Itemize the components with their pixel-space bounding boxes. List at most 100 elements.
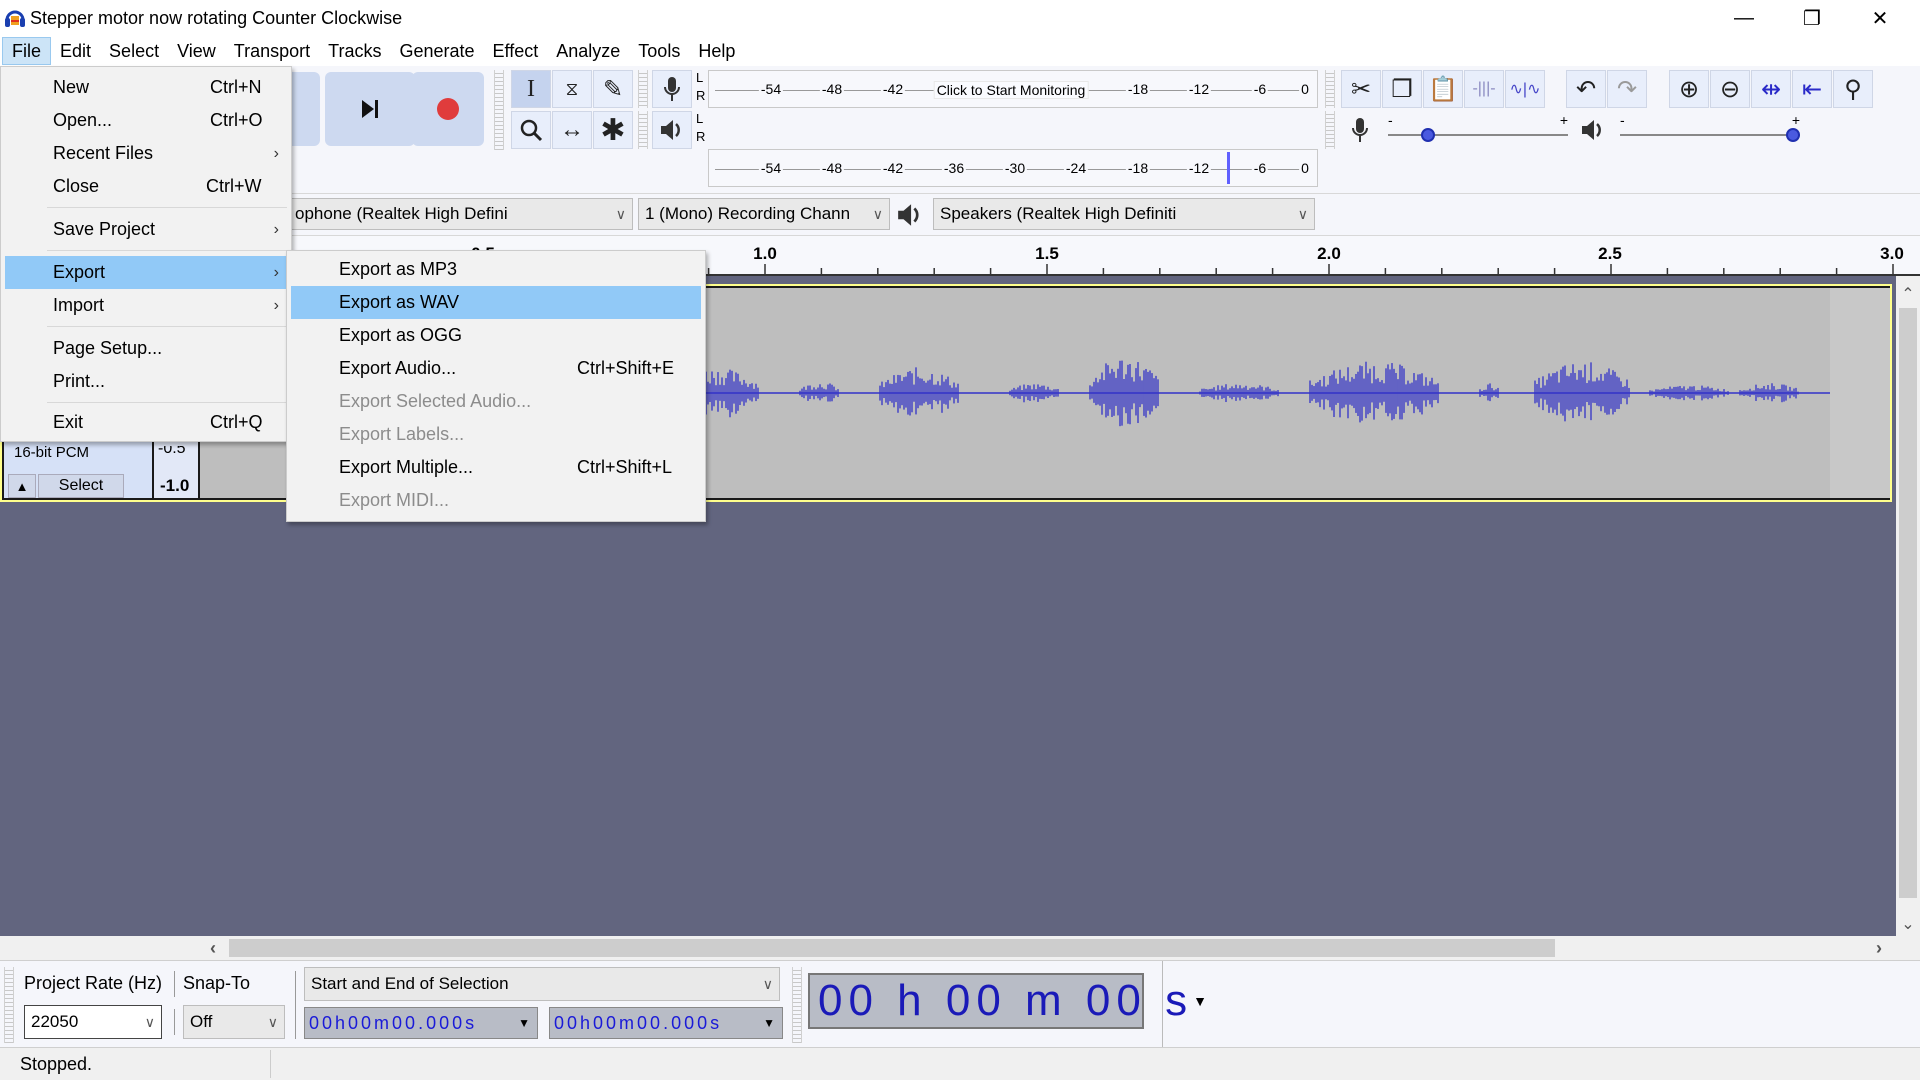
playback-meter[interactable]: -54 -48 -42 -36 -30 -24 -18 -12 -6 0 xyxy=(708,149,1318,187)
item-label: Export Multiple... xyxy=(339,457,474,477)
redo-button[interactable]: ↷ xyxy=(1607,70,1647,108)
recording-channels-select[interactable]: 1 (Mono) Recording Chann ∨ xyxy=(638,198,890,230)
audio-position-display[interactable]: 00 h 00 m 00 s ▼ xyxy=(808,973,1207,1029)
window-title: Stepper motor now rotating Counter Clock… xyxy=(30,8,403,28)
menu-transport[interactable]: Transport xyxy=(225,37,319,65)
horizontal-scrollbar[interactable]: ‹ › xyxy=(0,936,1920,960)
toolbar-grip[interactable] xyxy=(1325,111,1335,149)
meter-tick: -24 xyxy=(1063,160,1089,176)
menu-item-import[interactable]: Import › xyxy=(5,289,287,322)
track-select-button[interactable]: Select xyxy=(38,474,124,498)
vertical-scrollbar[interactable]: ⌃ ⌄ xyxy=(1896,282,1920,936)
toolbar-grip[interactable] xyxy=(494,70,504,150)
dropdown-arrow-icon: ▼ xyxy=(1193,993,1213,1009)
toolbar-grip[interactable] xyxy=(4,967,14,1043)
menu-generate[interactable]: Generate xyxy=(390,37,483,65)
record-volume-slider[interactable]: - + xyxy=(1388,112,1568,144)
menu-select[interactable]: Select xyxy=(100,37,168,65)
selection-end-time[interactable]: 00h00m00.000s ▼ xyxy=(549,1007,783,1039)
menu-item-exit[interactable]: Exit Ctrl+Q xyxy=(5,406,287,439)
menu-view[interactable]: View xyxy=(168,37,225,65)
menu-tools[interactable]: Tools xyxy=(629,37,689,65)
menu-item-export-ogg[interactable]: Export as OGG xyxy=(291,319,701,352)
scrollbar-thumb[interactable] xyxy=(229,939,1555,957)
selection-mode-select[interactable]: Start and End of Selection ∨ xyxy=(304,967,780,1001)
menu-file[interactable]: File xyxy=(2,37,52,65)
menu-item-export-multiple[interactable]: Export Multiple... Ctrl+Shift+L xyxy=(291,451,701,484)
scroll-right-icon[interactable]: › xyxy=(1876,938,1882,959)
meter-tick: -36 xyxy=(941,160,967,176)
zoom-out-icon: ⊖ xyxy=(1719,75,1741,103)
undo-button[interactable]: ↶ xyxy=(1566,70,1606,108)
playback-meter-button[interactable] xyxy=(652,111,692,149)
menu-item-export-mp3[interactable]: Export as MP3 xyxy=(291,253,701,286)
menu-item-export[interactable]: Export › xyxy=(5,256,287,289)
menu-item-page-setup[interactable]: Page Setup... xyxy=(5,332,287,365)
scroll-up-icon[interactable]: ⌃ xyxy=(1896,284,1920,304)
menu-help[interactable]: Help xyxy=(689,37,744,65)
envelope-tool-button[interactable]: ⧖ xyxy=(552,70,592,108)
playback-device-select[interactable]: Speakers (Realtek High Definiti ∨ xyxy=(933,198,1315,230)
menu-tracks[interactable]: Tracks xyxy=(319,37,390,65)
fit-selection-button[interactable]: ⇹ xyxy=(1751,70,1791,108)
item-shortcut: Ctrl+Shift+E xyxy=(577,358,675,378)
toolbar-grip[interactable] xyxy=(792,967,802,1043)
divider xyxy=(174,971,175,997)
status-bar: Stopped. xyxy=(0,1048,1920,1080)
copy-button[interactable]: ❐ xyxy=(1382,70,1422,108)
fit-project-button[interactable]: ⇤ xyxy=(1792,70,1832,108)
toolbar-grip[interactable] xyxy=(638,111,648,149)
slider-thumb[interactable] xyxy=(1786,128,1800,142)
meter-tick: -42 xyxy=(880,81,906,97)
multi-tool-button[interactable]: ✱ xyxy=(593,111,633,149)
menu-item-close[interactable]: Close Ctrl+W xyxy=(5,170,287,203)
slider-thumb[interactable] xyxy=(1421,128,1436,142)
menu-item-open[interactable]: Open... Ctrl+O xyxy=(5,104,287,137)
menu-item-new[interactable]: New Ctrl+N xyxy=(5,71,287,104)
menu-item-recent-files[interactable]: Recent Files › xyxy=(5,137,287,170)
toolbar-grip[interactable] xyxy=(638,70,648,108)
time-shift-tool-button[interactable]: ↔ xyxy=(552,111,592,149)
selection-tool-button[interactable]: I xyxy=(511,70,551,108)
start-monitoring-prompt[interactable]: Click to Start Monitoring xyxy=(933,81,1089,99)
menu-item-print[interactable]: Print... xyxy=(5,365,287,398)
restore-button[interactable]: ❐ xyxy=(1778,0,1846,36)
close-button[interactable]: ✕ xyxy=(1846,0,1914,36)
trim-button[interactable]: -|||- xyxy=(1464,70,1504,108)
selection-start-time[interactable]: 00h00m00.000s ▼ xyxy=(304,1007,538,1039)
zoom-out-button[interactable]: ⊖ xyxy=(1710,70,1750,108)
meter-tick: -54 xyxy=(758,160,784,176)
recording-device-select[interactable]: ophone (Realtek High Defini ∨ xyxy=(288,198,633,230)
skip-to-end-button[interactable] xyxy=(325,72,415,146)
record-meter-button[interactable] xyxy=(652,70,692,108)
menu-item-export-audio[interactable]: Export Audio... Ctrl+Shift+E xyxy=(291,352,701,385)
peak-hold-marker xyxy=(1227,152,1230,184)
minimize-button[interactable]: — xyxy=(1710,0,1778,36)
menu-analyze[interactable]: Analyze xyxy=(547,37,629,65)
draw-tool-button[interactable]: ✎ xyxy=(593,70,633,108)
playback-volume-slider[interactable]: - + xyxy=(1620,112,1800,144)
menu-item-export-wav[interactable]: Export as WAV xyxy=(291,286,701,319)
chevron-right-icon: › xyxy=(273,263,279,281)
scroll-left-icon[interactable]: ‹ xyxy=(210,938,216,959)
scroll-down-icon[interactable]: ⌄ xyxy=(1896,914,1920,934)
paste-button[interactable]: 📋 xyxy=(1423,70,1463,108)
zoom-toggle-button[interactable]: ⚲ xyxy=(1833,70,1873,108)
cut-button[interactable]: ✂ xyxy=(1341,70,1381,108)
silence-button[interactable]: ∿|∿ xyxy=(1505,70,1545,108)
scrollbar-thumb[interactable] xyxy=(1899,308,1917,898)
zoom-tool-button[interactable] xyxy=(511,111,551,149)
menu-effect[interactable]: Effect xyxy=(484,37,548,65)
collapse-track-button[interactable]: ▲ xyxy=(8,474,36,498)
record-button[interactable] xyxy=(412,72,484,146)
project-rate-select[interactable]: 22050 ∨ xyxy=(24,1005,162,1039)
menu-edit[interactable]: Edit xyxy=(51,37,100,65)
meter-tick: -12 xyxy=(1186,160,1212,176)
menu-item-save-project[interactable]: Save Project › xyxy=(5,213,287,246)
record-meter[interactable]: -54 -48 -42 Click to Start Monitoring -1… xyxy=(708,70,1318,108)
zoom-in-button[interactable]: ⊕ xyxy=(1669,70,1709,108)
copy-icon: ❐ xyxy=(1391,75,1413,103)
snap-to-select[interactable]: Off ∨ xyxy=(183,1005,285,1039)
toolbar-grip[interactable] xyxy=(1325,70,1335,108)
divider xyxy=(1162,961,1163,1047)
